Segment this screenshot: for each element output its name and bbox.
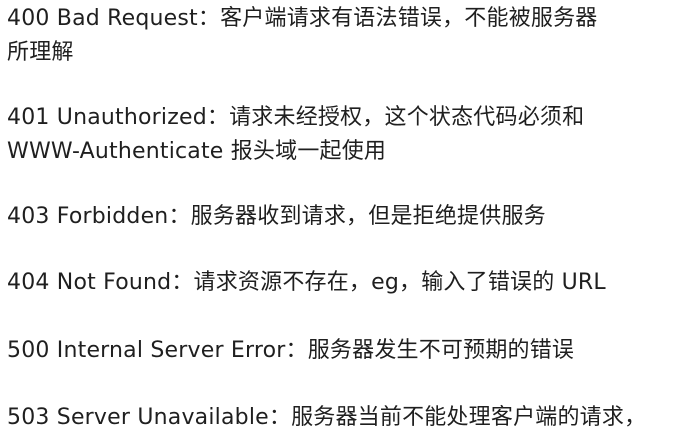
status-description: 服务器收到请求，但是拒绝提供服务 bbox=[190, 204, 546, 229]
status-description: 服务器发生不可预期的错误 bbox=[307, 338, 575, 363]
entry-first-line: 500 Internal Server Error：服务器发生不可预期的错误 bbox=[7, 334, 679, 368]
status-code-label: 503 Server Unavailable： bbox=[7, 405, 292, 429]
status-description: 请求资源不存在，eg，输入了错误的 URL bbox=[193, 270, 606, 295]
status-description: 客户端请求有语法错误，不能被服务器 bbox=[220, 6, 598, 31]
status-code-label: 403 Forbidden： bbox=[7, 204, 191, 229]
status-code-label: 404 Not Found： bbox=[7, 270, 194, 295]
status-description: 请求未经授权，这个状态代码必须和 bbox=[229, 105, 585, 130]
entry-first-line: 403 Forbidden：服务器收到请求，但是拒绝提供服务 bbox=[7, 200, 679, 234]
entry-first-line: 400 Bad Request：客户端请求有语法错误，不能被服务器 bbox=[7, 2, 679, 36]
status-entry-401: 401 Unauthorized：请求未经授权，这个状态代码必须和 WWW-Au… bbox=[7, 101, 679, 169]
entry-first-line: 401 Unauthorized：请求未经授权，这个状态代码必须和 bbox=[7, 101, 679, 135]
entry-first-line: 404 Not Found：请求资源不存在，eg，输入了错误的 URL bbox=[7, 266, 679, 300]
entry-first-line: 503 Server Unavailable：服务器当前不能处理客户端的请求， bbox=[7, 401, 679, 429]
status-entry-404: 404 Not Found：请求资源不存在，eg，输入了错误的 URL bbox=[7, 266, 679, 300]
status-code-document: 400 Bad Request：客户端请求有语法错误，不能被服务器 所理解 40… bbox=[0, 0, 688, 429]
status-entry-503: 503 Server Unavailable：服务器当前不能处理客户端的请求， bbox=[7, 401, 679, 429]
status-code-label: 401 Unauthorized： bbox=[7, 105, 230, 130]
status-code-label: 500 Internal Server Error： bbox=[7, 338, 308, 363]
status-code-label: 400 Bad Request： bbox=[7, 6, 221, 31]
status-entry-400: 400 Bad Request：客户端请求有语法错误，不能被服务器 所理解 bbox=[7, 2, 679, 70]
status-description-continuation: 所理解 bbox=[7, 40, 74, 65]
status-entry-403: 403 Forbidden：服务器收到请求，但是拒绝提供服务 bbox=[7, 200, 679, 234]
status-description: 服务器当前不能处理客户端的请求， bbox=[291, 405, 647, 429]
status-description-continuation: WWW-Authenticate 报头域一起使用 bbox=[7, 139, 387, 164]
status-entry-500: 500 Internal Server Error：服务器发生不可预期的错误 bbox=[7, 334, 679, 368]
